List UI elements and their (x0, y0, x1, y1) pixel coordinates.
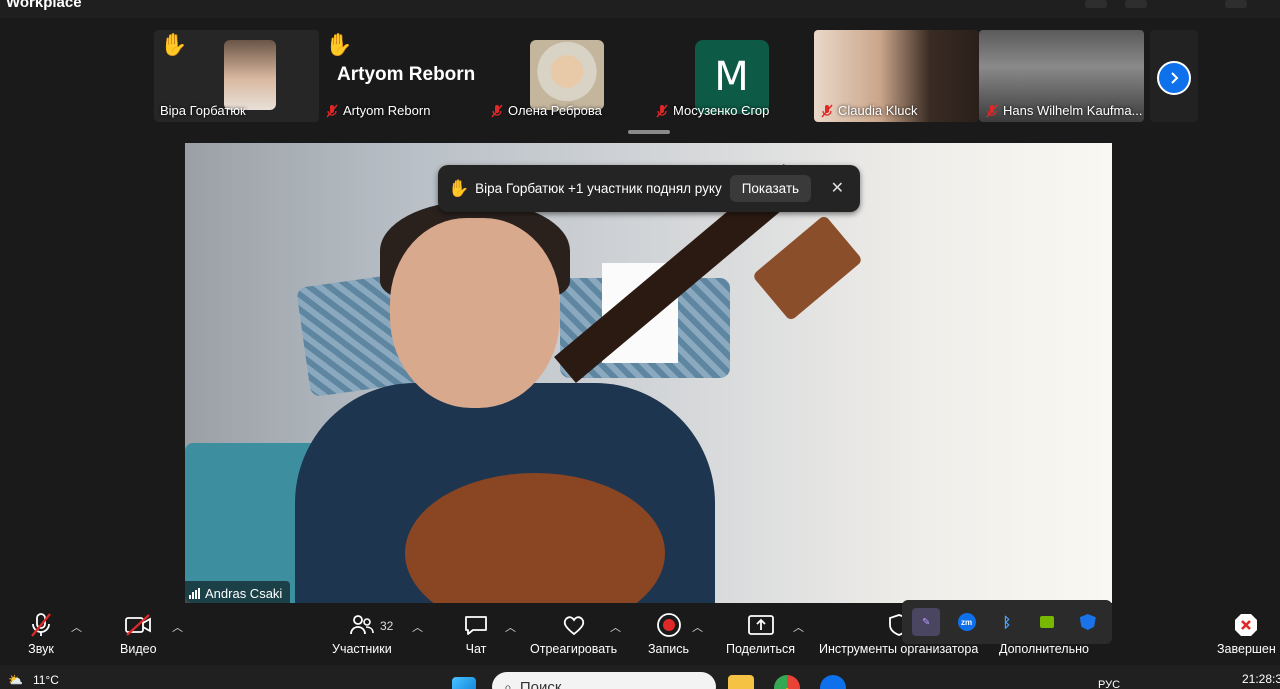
security-warning-icon[interactable] (1074, 608, 1102, 636)
participant-name: Claudia Kluck (820, 103, 918, 118)
temperature: 11°C (32, 673, 59, 687)
react-button[interactable]: Отреагировать (530, 611, 617, 656)
participant-tile[interactable]: Олена Реброва (484, 30, 649, 122)
title-bar: Workplace (0, 0, 1280, 18)
raised-hand-icon: ✋ (160, 32, 188, 57)
file-explorer-icon[interactable] (728, 675, 754, 689)
record-button[interactable]: Запись (648, 611, 689, 656)
show-button[interactable]: Показать (729, 175, 812, 202)
video-off-icon (123, 611, 153, 639)
participants-label: Участники (332, 642, 392, 656)
participant-tile[interactable]: Claudia Kluck (814, 30, 979, 122)
participant-name: Олена Реброва (490, 103, 602, 118)
react-label: Отреагировать (530, 642, 618, 656)
window-control-3[interactable] (1225, 0, 1247, 8)
close-icon[interactable]: ✕ (831, 178, 844, 198)
end-label: Завершен (1217, 642, 1276, 656)
mic-muted-icon (325, 104, 339, 118)
chrome-icon[interactable] (774, 675, 800, 689)
record-label: Запись (648, 642, 690, 656)
taskbar-search[interactable]: ⌕ Поиск (492, 672, 716, 689)
participants-button[interactable]: Участники (332, 611, 392, 656)
video-button[interactable]: Видео (120, 611, 157, 656)
video-label: Видео (120, 642, 157, 656)
strip-scrollbar[interactable] (628, 130, 670, 134)
end-meeting-button[interactable]: Завершен (1217, 611, 1276, 656)
participants-icon (347, 611, 377, 639)
share-button[interactable]: Поделиться (726, 611, 795, 656)
notification-text: Віра Горбатюк +1 участник поднял руку (475, 181, 722, 196)
zoom-app-icon[interactable] (820, 675, 846, 689)
clock[interactable]: 21:28:3 (1242, 672, 1280, 686)
search-placeholder: Поиск (519, 678, 562, 689)
raise-hand-notification: ✋ Віра Горбатюк +1 участник поднял руку … (438, 165, 860, 212)
next-page-button[interactable] (1157, 61, 1191, 95)
speaker-name-label: Andras Csaki (185, 581, 291, 603)
signal-strength-icon (189, 588, 200, 599)
mic-muted-icon (985, 104, 999, 118)
record-icon (654, 611, 684, 639)
window-control-2[interactable] (1125, 0, 1147, 8)
chat-button[interactable]: Чат (461, 611, 491, 656)
participant-display-name: Artyom Reborn (337, 64, 476, 85)
video-scene-guitar-head (751, 214, 864, 322)
host-tools-label: Инструменты организатора (819, 642, 979, 656)
record-options-caret-icon[interactable]: ︿ (692, 619, 703, 635)
raised-hand-icon: ✋ (325, 32, 353, 57)
video-options-caret-icon[interactable]: ︿ (172, 619, 183, 635)
system-tray-popup: ✎ zm ᛒ (902, 600, 1112, 644)
heart-icon (559, 611, 589, 639)
mic-muted-icon (655, 104, 669, 118)
share-options-caret-icon[interactable]: ︿ (793, 619, 804, 635)
zoom-tray-icon[interactable]: zm (953, 608, 981, 636)
end-icon (1231, 611, 1261, 639)
participants-options-caret-icon[interactable]: ︿ (412, 619, 423, 635)
more-label: Дополнительно (999, 642, 1089, 656)
chevron-right-icon (1171, 72, 1179, 84)
bluetooth-icon[interactable]: ᛒ (993, 608, 1021, 636)
windows-taskbar: ⛅ 11°C ⌕ Поиск РУС 21:28:3 (0, 665, 1280, 689)
search-icon: ⌕ (504, 678, 512, 689)
audio-options-caret-icon[interactable]: ︿ (71, 619, 82, 635)
raised-hand-icon: ✋ (448, 178, 470, 198)
mic-muted-icon (490, 104, 504, 118)
participant-tile[interactable]: Hans Wilhelm Kaufma... (979, 30, 1144, 122)
chat-label: Чат (465, 642, 487, 656)
mic-muted-icon (820, 104, 834, 118)
participant-name: Віра Горбатюк (160, 103, 246, 118)
feather-app-icon[interactable]: ✎ (912, 608, 941, 636)
participant-tile[interactable]: ✋ Віра Горбатюк (154, 30, 319, 122)
react-options-caret-icon[interactable]: ︿ (610, 619, 621, 635)
participant-tile[interactable]: ✋ Artyom Reborn Artyom Reborn (319, 30, 484, 122)
participant-tile[interactable]: M Мосузенко Єгор (649, 30, 814, 122)
share-screen-icon (746, 611, 776, 639)
participant-name: Hans Wilhelm Kaufma... (985, 103, 1142, 118)
mic-muted-icon (26, 611, 56, 639)
share-label: Поделиться (726, 642, 796, 656)
participants-strip: ✋ Віра Горбатюк ✋ Artyom Reborn Artyom R… (0, 18, 1280, 140)
input-language[interactable]: РУС (1098, 679, 1120, 689)
audio-label: Звук (28, 642, 54, 656)
participant-photo (529, 40, 604, 110)
participant-video (223, 40, 276, 110)
audio-button[interactable]: Звук (26, 611, 56, 656)
video-scene-person-head (390, 218, 560, 408)
windows-start-icon[interactable] (452, 677, 476, 689)
chat-icon (461, 611, 491, 639)
participant-name: Artyom Reborn (325, 103, 430, 118)
chat-options-caret-icon[interactable]: ︿ (505, 619, 516, 635)
app-title: Workplace (6, 0, 82, 11)
window-control-1[interactable] (1085, 0, 1107, 8)
weather-widget[interactable]: ⛅ 11°C (8, 673, 59, 687)
nvidia-icon[interactable] (1033, 608, 1061, 636)
active-speaker-video: Andras Csaki (185, 143, 1112, 603)
participants-count: 32 (380, 619, 394, 633)
weather-icon: ⛅ (8, 673, 23, 687)
participant-name: Мосузенко Єгор (655, 103, 769, 118)
